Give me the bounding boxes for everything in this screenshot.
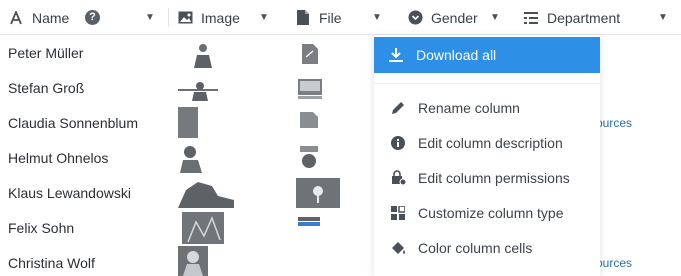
name-cell[interactable]: Claudia Sonnenblum <box>8 106 138 141</box>
menu-item-label: Edit column permissions <box>418 169 570 186</box>
chevron-down-icon[interactable]: ▼ <box>256 12 272 23</box>
list-icon <box>523 10 539 26</box>
image-thumbnail[interactable] <box>188 40 218 68</box>
name-cell[interactable]: Felix Sohn <box>8 211 74 246</box>
data-grid: Name ? ▼ Image ▼ File ▼ Gender ▼ Departm… <box>0 0 681 276</box>
name-cell[interactable]: Christina Wolf <box>8 246 95 276</box>
file-thumbnail[interactable] <box>302 44 318 64</box>
column-header-label: Image <box>201 9 240 26</box>
department-cell-partial[interactable]: ources <box>596 256 632 270</box>
download-all-button[interactable]: Download all <box>374 37 600 73</box>
download-icon <box>388 47 404 63</box>
menu-item-rename-column[interactable]: Rename column <box>374 90 600 125</box>
text-icon <box>8 10 24 26</box>
file-thumbnail[interactable] <box>300 112 318 128</box>
grid-header: Name ? ▼ Image ▼ File ▼ Gender ▼ Departm… <box>0 0 681 35</box>
menu-item-color-column-cells[interactable]: Color column cells <box>374 230 600 265</box>
column-header-image[interactable]: Image ▼ <box>177 0 272 35</box>
image-icon <box>177 10 193 26</box>
menu-item-label: Color column cells <box>418 239 533 256</box>
info-icon <box>390 135 406 151</box>
image-thumbnail[interactable] <box>178 246 208 276</box>
column-header-department[interactable]: Department ▼ <box>523 0 671 35</box>
file-thumbnail[interactable] <box>296 178 340 208</box>
column-context-menu: Download all Rename column Edit column d… <box>374 35 600 276</box>
column-header-gender[interactable]: Gender ▼ <box>407 0 503 35</box>
column-type-icon <box>390 205 406 221</box>
lock-gear-icon <box>390 170 406 186</box>
image-thumbnail[interactable] <box>178 143 204 173</box>
image-thumbnail[interactable] <box>182 212 224 244</box>
paint-bucket-icon <box>390 240 406 256</box>
image-thumbnail[interactable] <box>178 107 198 138</box>
menu-item-customize-column-type[interactable]: Customize column type <box>374 195 600 230</box>
name-cell[interactable]: Klaus Lewandowski <box>8 176 131 211</box>
download-all-label: Download all <box>416 47 497 63</box>
image-thumbnail[interactable] <box>178 178 234 208</box>
name-cell[interactable]: Peter Müller <box>8 36 83 71</box>
file-thumbnail[interactable] <box>298 214 320 226</box>
department-cell-partial[interactable]: ources <box>596 116 632 130</box>
column-header-name[interactable]: Name ? ▼ <box>8 0 158 35</box>
menu-item-edit-column-permissions[interactable]: Edit column permissions <box>374 160 600 195</box>
single-select-icon <box>407 10 423 26</box>
question-circle-icon[interactable]: ? <box>85 10 100 25</box>
column-header-file[interactable]: File ▼ <box>295 0 385 35</box>
menu-item-label: Customize column type <box>418 204 564 221</box>
chevron-down-icon[interactable]: ▼ <box>487 12 503 23</box>
menu-item-label: Rename column <box>418 99 520 116</box>
column-header-label: Department <box>547 9 621 26</box>
menu-divider <box>374 83 600 84</box>
file-thumbnail[interactable] <box>300 146 318 170</box>
pencil-icon <box>390 100 406 116</box>
column-divider <box>168 8 169 27</box>
name-cell[interactable]: Stefan Groß <box>8 71 84 106</box>
column-header-label: Gender <box>431 9 478 26</box>
column-header-label: File <box>319 9 342 26</box>
menu-item-edit-column-description[interactable]: Edit column description <box>374 125 600 160</box>
image-thumbnail[interactable] <box>178 79 218 101</box>
chevron-down-icon[interactable]: ▼ <box>655 12 671 23</box>
file-thumbnail[interactable] <box>298 79 322 99</box>
menu-item-label: Edit column description <box>418 134 563 151</box>
file-icon <box>295 10 311 26</box>
name-cell[interactable]: Helmut Ohnelos <box>8 141 108 176</box>
chevron-down-icon[interactable]: ▼ <box>369 12 385 23</box>
chevron-down-icon[interactable]: ▼ <box>142 12 158 23</box>
